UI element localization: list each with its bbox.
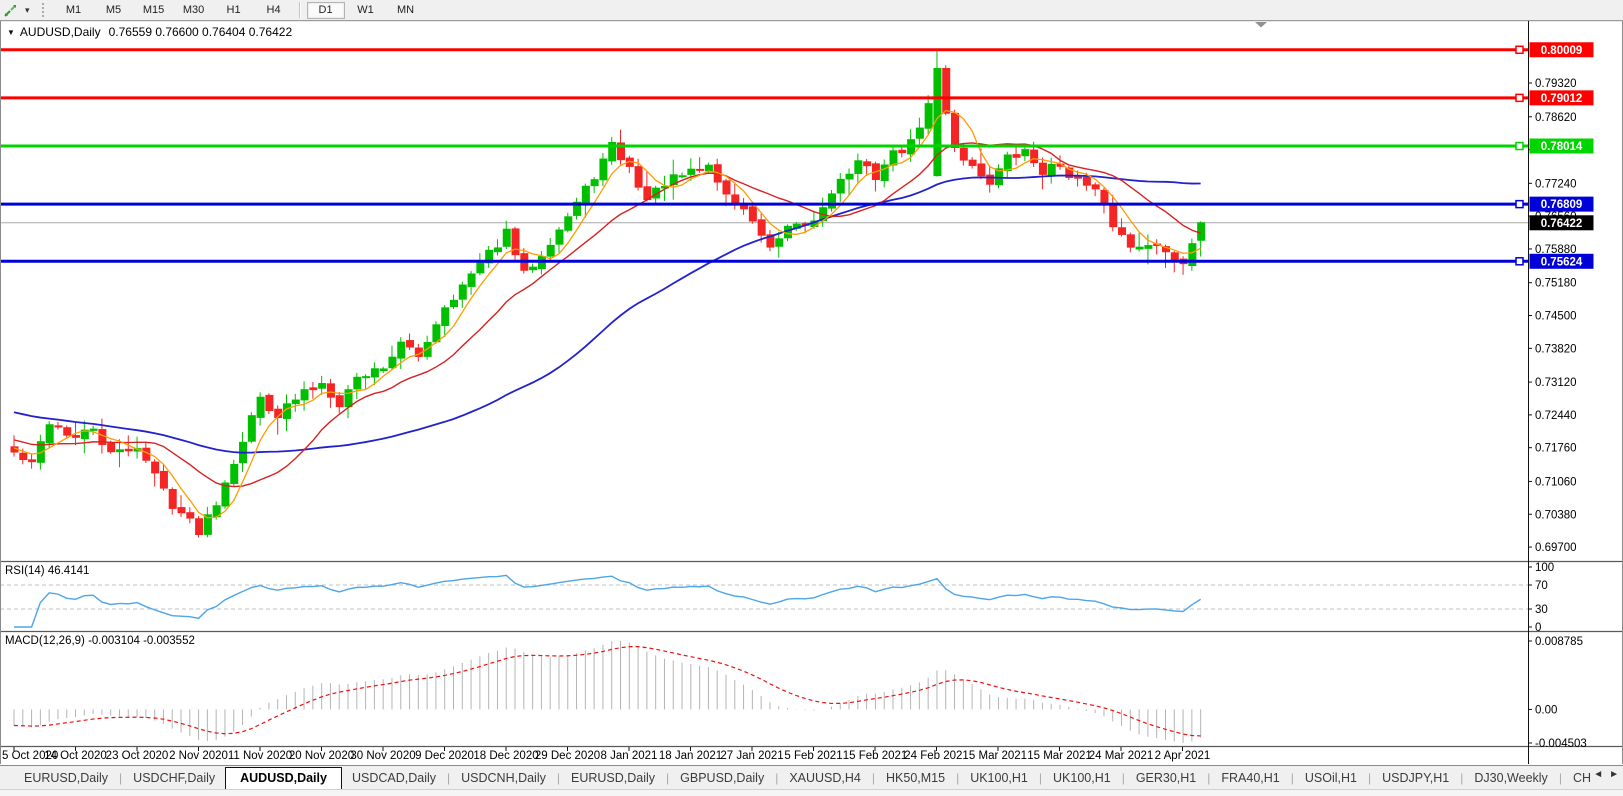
chart-tabs: EURUSD,Daily | USDCHF,Daily AUDUSD,Daily USD… <box>0 766 1592 789</box>
price-tick-label: 0.69700 <box>1535 542 1577 554</box>
tab-hk50-m15[interactable]: HK50,M15 <box>876 768 955 787</box>
rsi-tick-label: 70 <box>1535 580 1548 592</box>
date-tick-label: 27 Jan 2021 <box>720 750 783 762</box>
tabs-scroll-right-icon[interactable]: ► <box>1609 769 1619 780</box>
collapse-chart-icon[interactable]: ▼ <box>7 28 15 37</box>
timeframe-button-MN[interactable]: MN <box>387 2 425 19</box>
date-tick-label: 20 Nov 2020 <box>289 750 354 762</box>
chart-ohlc-values: 0.76559 0.76600 0.76404 0.76422 <box>108 25 293 39</box>
macd-tick-label: 0.008785 <box>1535 636 1583 648</box>
level-0.76809-badge-label: 0.76809 <box>1541 199 1583 211</box>
trading-terminal: ▾ M1 M5 M15 M30 H1 H4 D1 W1 MN 0.79320 0.78620 0.7… <box>0 0 1623 796</box>
date-tick-label: 15 Feb 2021 <box>843 750 908 762</box>
level-line-handle <box>1515 93 1524 103</box>
timeframe-button-W1[interactable]: W1 <box>347 2 385 19</box>
date-tick-label: 14 Oct 2020 <box>44 750 107 762</box>
macd-tick-label: 0.00 <box>1535 704 1557 716</box>
date-tick-label: 24 Mar 2021 <box>1089 750 1154 762</box>
tab-usoil-h1[interactable]: USOil,H1 <box>1295 768 1367 787</box>
timeframe-button-M5[interactable]: M5 <box>95 2 133 19</box>
tab-usdchf-daily[interactable]: USDCHF,Daily <box>123 768 225 787</box>
level-line-handle <box>1515 199 1524 209</box>
date-tick-label: 30 Nov 2020 <box>350 750 415 762</box>
crosshair-tool-icon[interactable] <box>0 2 21 18</box>
current-price-badge-label: 0.76422 <box>1541 218 1583 230</box>
timeframe-button-D1[interactable]: D1 <box>306 1 345 19</box>
date-tick-label: 5 Feb 2021 <box>784 750 842 762</box>
macd-tick-label: -0.004503 <box>1535 738 1587 750</box>
price-tick-label: 0.73820 <box>1535 343 1577 355</box>
level-0.79012-badge-label: 0.79012 <box>1541 93 1583 105</box>
tab-scrollbar-strip[interactable] <box>0 789 1623 796</box>
level-0.78014-badge-label: 0.78014 <box>1541 141 1583 153</box>
rsi-indicator-label: RSI(14) 46.4141 <box>5 565 90 577</box>
date-tick-label: 29 Dec 2020 <box>535 750 600 762</box>
date-axis: 5 Oct 202014 Oct 202023 Oct 2020 2 Nov 20… <box>2 747 1210 762</box>
date-tick-label: 23 Oct 2020 <box>106 750 169 762</box>
tab-china300-h1[interactable]: CHINA300,H1 <box>1563 768 1592 787</box>
toolbar-drag-handle[interactable] <box>41 3 48 17</box>
level-line-handle <box>1515 45 1524 55</box>
level-0.75624-badge-label: 0.75624 <box>1541 256 1583 268</box>
rsi-tick-label: 30 <box>1535 604 1548 616</box>
price-tick-label: 0.79320 <box>1535 78 1577 90</box>
date-tick-label: 9 Dec 2020 <box>415 750 474 762</box>
tab-scroll-arrows: ◄ ► <box>1593 769 1619 780</box>
tab-usdcad-daily[interactable]: USDCAD,Daily <box>342 768 446 787</box>
tab-eurusd-daily[interactable]: EURUSD,Daily <box>14 768 118 787</box>
timeframe-button-H4[interactable]: H4 <box>255 2 293 19</box>
chart-symbol-label: AUDUSD,Daily <box>19 25 101 39</box>
date-tick-label: 15 Mar 2021 <box>1027 750 1092 762</box>
price-tick-label: 0.77240 <box>1535 178 1577 190</box>
toolbar: ▾ M1 M5 M15 M30 H1 H4 D1 W1 MN <box>0 0 1623 21</box>
date-tick-label: 11 Nov 2020 <box>228 750 292 762</box>
tab-dj30-weekly[interactable]: DJ30,Weekly <box>1464 768 1557 787</box>
date-tick-label: 18 Dec 2020 <box>473 750 538 762</box>
rsi-tick-label: 0 <box>1535 622 1541 634</box>
tab-gbpusd-daily[interactable]: GBPUSD,Daily <box>670 768 774 787</box>
timeframe-button-M30[interactable]: M30 <box>175 2 213 19</box>
date-tick-label: 2 Apr 2021 <box>1155 750 1211 762</box>
tab-usdjpy-h1[interactable]: USDJPY,H1 <box>1372 768 1459 787</box>
rsi-tick-label: 100 <box>1535 562 1554 574</box>
date-tick-label: 8 Jan 2021 <box>601 750 658 762</box>
date-tick-label: 5 Mar 2021 <box>969 750 1027 762</box>
date-tick-label: 24 Feb 2021 <box>904 750 969 762</box>
tab-audusd-daily[interactable]: AUDUSD,Daily <box>225 766 342 789</box>
price-tick-label: 0.71760 <box>1535 443 1577 455</box>
price-tick-label: 0.73120 <box>1535 377 1577 389</box>
date-tick-label: 2 Nov 2020 <box>169 750 228 762</box>
level-line-handle <box>1515 257 1524 266</box>
toolbar-dropdown-caret-icon[interactable]: ▾ <box>21 2 34 18</box>
timeframe-button-M1[interactable]: M1 <box>55 2 93 19</box>
timeframe-button-M15[interactable]: M15 <box>135 2 173 19</box>
macd-indicator-label: MACD(12,26,9) -0.003104 -0.003552 <box>5 635 195 647</box>
price-tick-label: 0.70380 <box>1535 509 1577 521</box>
tab-uk100-h1[interactable]: UK100,H1 <box>960 768 1038 787</box>
date-tick-label: 18 Jan 2021 <box>659 750 722 762</box>
price-tick-label: 0.78620 <box>1535 112 1577 124</box>
tab-xauusd-h4[interactable]: XAUUSD,H4 <box>779 768 871 787</box>
timeframe-button-group: M1 M5 M15 M30 H1 H4 D1 W1 MN <box>54 0 426 20</box>
price-tick-label: 0.71060 <box>1535 476 1577 488</box>
tab-fra40-h1[interactable]: FRA40,H1 <box>1211 768 1289 787</box>
chart-title: ▼ AUDUSD,Daily 0.76559 0.76600 0.76404 0.7… <box>7 25 292 39</box>
price-tick-label: 0.74500 <box>1535 311 1577 323</box>
timeframe-button-H1[interactable]: H1 <box>215 2 253 19</box>
price-tick-label: 0.75180 <box>1535 278 1577 290</box>
level-0.80009-badge-label: 0.80009 <box>1541 45 1583 57</box>
price-tick-label: 0.72440 <box>1535 410 1577 422</box>
tab-uk100-h1[interactable]: UK100,H1 <box>1043 768 1121 787</box>
level-line-handle <box>1515 141 1524 151</box>
tabs-scroll-left-icon[interactable]: ◄ <box>1593 769 1603 780</box>
chart-canvas[interactable]: 0.793200.786200.779400.772400.765600.758… <box>0 0 1623 765</box>
chart-tab-bar: EURUSD,Daily | USDCHF,Daily AUDUSD,Daily USD… <box>0 765 1623 796</box>
tab-eurusd-daily[interactable]: EURUSD,Daily <box>561 768 665 787</box>
tab-ger30-h1[interactable]: GER30,H1 <box>1126 768 1206 787</box>
toolbar-divider <box>298 2 301 18</box>
toolbar-tool-group: ▾ <box>0 0 34 20</box>
tab-usdcnh-daily[interactable]: USDCNH,Daily <box>451 768 556 787</box>
